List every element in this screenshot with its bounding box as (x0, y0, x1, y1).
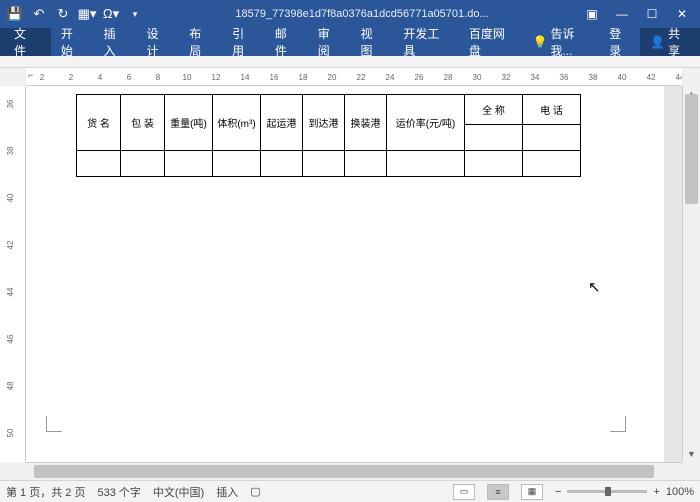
table-cell[interactable] (77, 151, 121, 177)
minimize-icon[interactable]: — (608, 3, 636, 25)
zoom-out-icon[interactable]: − (555, 486, 561, 498)
table-header-cell[interactable]: 货 名 (77, 95, 121, 151)
table-header-cell[interactable]: 运价率(元/吨) (387, 95, 465, 151)
titlebar: 💾 ↶ ↻ ▦▾ Ω▾ ▾ 18579_77398e1d7f8a0376a1dc… (0, 0, 700, 28)
table-row[interactable]: 货 名 包 装 重量(吨) 体积(m³) 起运港 到达港 换装港 运价率(元/吨… (77, 95, 581, 125)
share-button[interactable]: 👤共享 (640, 28, 700, 56)
document-canvas[interactable]: 货 名 包 装 重量(吨) 体积(m³) 起运港 到达港 换装港 运价率(元/吨… (26, 86, 664, 462)
table-icon[interactable]: ▦▾ (76, 3, 98, 25)
zoom-knob[interactable] (605, 487, 611, 496)
window-controls: ▣ — ☐ ✕ (578, 3, 696, 25)
save-icon[interactable]: 💾 (4, 3, 26, 25)
quick-access-toolbar: 💾 ↶ ↻ ▦▾ Ω▾ ▾ (4, 3, 146, 25)
table-header-cell[interactable]: 体积(m³) (213, 95, 261, 151)
table-row[interactable] (77, 151, 581, 177)
tab-mailings[interactable]: 邮件 (265, 28, 308, 56)
table-cell[interactable] (465, 125, 523, 151)
tab-file[interactable]: 文件 (0, 28, 51, 56)
page-count[interactable]: 第 1 页，共 2 页 (6, 484, 85, 500)
tellme-label: 告诉我... (550, 25, 593, 59)
table-header-cell[interactable]: 换装港 (345, 95, 387, 151)
ribbon-options-icon[interactable]: ▣ (578, 3, 606, 25)
page-corner-br (610, 416, 626, 432)
tab-review[interactable]: 审阅 (308, 28, 351, 56)
close-icon[interactable]: ✕ (668, 3, 696, 25)
table-cell[interactable] (387, 151, 465, 177)
tab-stop-icon[interactable]: ⌐ (28, 70, 33, 80)
table-cell[interactable] (121, 151, 165, 177)
maximize-icon[interactable]: ☐ (638, 3, 666, 25)
table-cell[interactable] (523, 125, 581, 151)
scroll-thumb[interactable] (685, 94, 698, 204)
redo-icon[interactable]: ↻ (52, 3, 74, 25)
horizontal-ruler[interactable]: ⌐ 22468101214161820222426283032343638404… (26, 68, 682, 86)
page: 货 名 包 装 重量(吨) 体积(m³) 起运港 到达港 换装港 运价率(元/吨… (36, 86, 654, 462)
vertical-ruler[interactable]: 3638404244464850 (0, 86, 26, 462)
document-table[interactable]: 货 名 包 装 重量(吨) 体积(m³) 起运港 到达港 换装港 运价率(元/吨… (76, 94, 581, 177)
view-web-icon[interactable]: ▦ (521, 484, 543, 500)
scroll-down-icon[interactable]: ▼ (683, 446, 700, 462)
table-header-cell[interactable]: 包 装 (121, 95, 165, 151)
table-cell[interactable] (465, 151, 523, 177)
table-cell[interactable] (165, 151, 213, 177)
view-read-icon[interactable]: ▭ (453, 484, 475, 500)
table-header-cell[interactable]: 电 话 (523, 95, 581, 125)
symbol-icon[interactable]: Ω▾ (100, 3, 122, 25)
undo-icon[interactable]: ↶ (28, 3, 50, 25)
table-cell[interactable] (345, 151, 387, 177)
table-header-cell[interactable]: 重量(吨) (165, 95, 213, 151)
tab-references[interactable]: 引用 (222, 28, 265, 56)
document-title: 18579_77398e1d7f8a0376a1dcd56771a05701.d… (146, 8, 578, 20)
table-cell[interactable] (261, 151, 303, 177)
zoom-level[interactable]: 100% (666, 486, 694, 498)
zoom-in-icon[interactable]: + (653, 486, 659, 498)
tab-developer[interactable]: 开发工具 (393, 28, 459, 56)
table-cell[interactable] (213, 151, 261, 177)
table-header-cell[interactable]: 起运港 (261, 95, 303, 151)
table-header-cell[interactable]: 到达港 (303, 95, 345, 151)
zoom-slider[interactable] (567, 490, 647, 493)
tab-view[interactable]: 视图 (351, 28, 394, 56)
horizontal-scrollbar[interactable] (26, 462, 682, 480)
status-bar: 第 1 页，共 2 页 533 个字 中文(中国) 插入 ▢ ▭ ≡ ▦ − +… (0, 480, 700, 502)
insert-mode[interactable]: 插入 (216, 484, 238, 500)
tab-layout[interactable]: 布局 (179, 28, 222, 56)
hscroll-thumb[interactable] (34, 465, 654, 478)
table-cell[interactable] (523, 151, 581, 177)
qat-more-icon[interactable]: ▾ (124, 3, 146, 25)
view-print-icon[interactable]: ≡ (487, 484, 509, 500)
work-area: 3638404244464850 货 名 包 装 重量(吨) 体积(m³) 起运… (0, 86, 700, 462)
zoom-control: − + 100% (555, 486, 694, 498)
table-cell[interactable] (303, 151, 345, 177)
tellme-button[interactable]: 💡告诉我... (525, 28, 602, 56)
page-corner-bl (46, 416, 62, 432)
login-button[interactable]: 登录 (601, 28, 640, 56)
table-header-cell[interactable]: 全 称 (465, 95, 523, 125)
tab-design[interactable]: 设计 (136, 28, 179, 56)
tab-home[interactable]: 开始 (51, 28, 94, 56)
vertical-scrollbar[interactable]: ▲ ▼ (682, 86, 700, 462)
share-icon: 👤 (650, 35, 665, 49)
share-label: 共享 (668, 25, 690, 59)
language[interactable]: 中文(中国) (153, 484, 204, 500)
macro-icon[interactable]: ▢ (250, 485, 260, 498)
ribbon-tabs: 文件 开始 插入 设计 布局 引用 邮件 审阅 视图 开发工具 百度网盘 💡告诉… (0, 28, 700, 56)
tab-insert[interactable]: 插入 (94, 28, 137, 56)
tab-baidu[interactable]: 百度网盘 (459, 28, 525, 56)
word-count[interactable]: 533 个字 (97, 484, 140, 500)
